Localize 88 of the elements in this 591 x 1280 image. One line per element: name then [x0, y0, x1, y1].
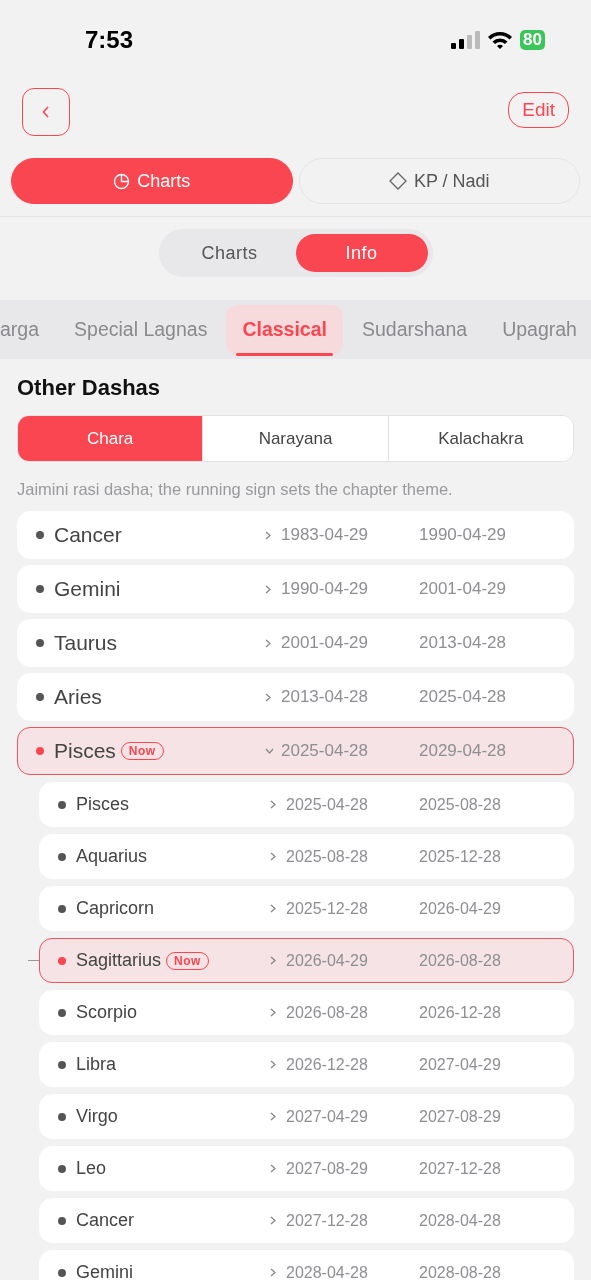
bullet-dot [58, 800, 66, 809]
dasha-row[interactable]: Sagittarius Now 2026-04-29 2026-08-28 [39, 938, 574, 983]
sign-name: Leo [76, 1158, 107, 1179]
bullet-dot [58, 1216, 66, 1225]
start-date: 1983-04-29 [281, 525, 369, 545]
bullet-dot [36, 693, 44, 701]
bullet-dot [58, 1164, 66, 1173]
diamond-icon [388, 172, 407, 190]
dasha-tab[interactable]: Kalachakra [387, 416, 573, 461]
end-date: 2013-04-28 [419, 633, 507, 653]
toggle-option[interactable]: Charts [163, 234, 296, 272]
end-date: 2026-12-28 [419, 1003, 502, 1022]
end-date: 2025-12-28 [419, 847, 502, 866]
description-text: Jaimini rasi dasha; the running sign sets the chapter theme. [17, 480, 454, 499]
start-date: 2025-04-28 [281, 741, 369, 761]
dasha-row[interactable]: Cancer 2027-12-28 2028-04-28 [39, 1198, 574, 1243]
sign-name: Pisces [54, 739, 116, 763]
mode-tab[interactable]: KP / Nadi [298, 158, 580, 204]
sign-name: Aquarius [76, 846, 148, 867]
end-date: 2028-08-28 [419, 1263, 502, 1280]
dasha-row[interactable]: Libra 2026-12-28 2027-04-29 [39, 1042, 574, 1087]
end-date: 2026-04-29 [419, 899, 502, 918]
sign-name: Aries [54, 685, 102, 709]
sign-name: Cancer [54, 523, 122, 547]
bullet-dot [58, 852, 66, 861]
end-date: 2027-12-28 [419, 1159, 502, 1178]
clock-time: 7:53 [85, 26, 135, 54]
dasha-row[interactable]: Capricorn 2025-12-28 2026-04-29 [39, 886, 574, 931]
sign-name: Scorpio [76, 1002, 138, 1023]
end-date: 2027-04-29 [419, 1055, 502, 1074]
bullet-dot [36, 639, 44, 647]
start-date: 2001-04-29 [281, 633, 369, 653]
end-date: 2026-08-28 [419, 951, 502, 970]
sign-name: Taurus [54, 631, 118, 655]
dasha-row[interactable]: Pisces Now 2025-04-28 2029-04-28 [17, 727, 574, 775]
sign-name: Cancer [76, 1210, 135, 1231]
dasha-row[interactable]: Leo 2027-08-29 2027-12-28 [39, 1146, 574, 1191]
dasha-row[interactable]: Taurus 2001-04-29 2013-04-28 [17, 619, 574, 667]
battery-level: 80 [520, 30, 545, 50]
start-date: 2025-12-28 [286, 899, 369, 918]
dasha-row[interactable]: Cancer 1983-04-29 1990-04-29 [17, 511, 574, 559]
start-date: 2026-12-28 [286, 1055, 369, 1074]
end-date: 2001-04-29 [419, 579, 507, 599]
back-icon [42, 106, 50, 118]
sign-name: Pisces [76, 794, 129, 815]
dasha-row[interactable]: Gemini 2028-04-28 2028-08-28 [39, 1250, 574, 1280]
start-date: 2026-08-28 [286, 1003, 369, 1022]
sign-name: Virgo [76, 1106, 118, 1127]
bullet-dot [36, 585, 44, 593]
sign-name: Libra [76, 1054, 117, 1075]
sign-name: Gemini [76, 1262, 133, 1280]
bullet-dot [58, 1060, 66, 1069]
end-date: 2025-04-28 [419, 687, 507, 707]
pie-chart-icon [113, 172, 131, 190]
end-date: 2028-04-28 [419, 1211, 502, 1230]
bullet-dot [58, 1268, 66, 1277]
bullet-dot [36, 531, 44, 539]
section-title: Other Dashas [17, 375, 162, 401]
signal-icon [451, 31, 481, 49]
dasha-row[interactable]: Gemini 1990-04-29 2001-04-29 [17, 565, 574, 613]
start-date: 2025-08-28 [286, 847, 369, 866]
dasha-row[interactable]: Aquarius 2025-08-28 2025-12-28 [39, 834, 574, 879]
start-date: 2027-04-29 [286, 1107, 369, 1126]
dasha-row[interactable]: Virgo 2027-04-29 2027-08-29 [39, 1094, 574, 1139]
end-date: 2027-08-29 [419, 1107, 502, 1126]
sign-name: Sagittarius [76, 950, 162, 971]
end-date: 1990-04-29 [419, 525, 507, 545]
start-date: 2013-04-28 [281, 687, 369, 707]
dasha-row[interactable]: Aries 2013-04-28 2025-04-28 [17, 673, 574, 721]
sign-name: Capricorn [76, 898, 155, 919]
bullet-dot [58, 904, 66, 913]
bullet-dot [58, 1008, 66, 1017]
end-date: 2029-04-28 [419, 741, 507, 761]
back-button[interactable] [22, 88, 70, 136]
wifi-icon [487, 30, 514, 50]
bullet-dot [58, 1112, 66, 1121]
bullet-dot [36, 747, 44, 755]
sign-name: Gemini [54, 577, 121, 601]
start-date: 2027-08-29 [286, 1159, 369, 1178]
start-date: 2028-04-28 [286, 1263, 369, 1280]
end-date: 2025-08-28 [419, 795, 502, 814]
dasha-row[interactable]: Scorpio 2026-08-28 2026-12-28 [39, 990, 574, 1035]
start-date: 2027-12-28 [286, 1211, 369, 1230]
bullet-dot [58, 956, 66, 965]
start-date: 1990-04-29 [281, 579, 369, 599]
start-date: 2025-04-28 [286, 795, 369, 814]
start-date: 2026-04-29 [286, 951, 369, 970]
dasha-row[interactable]: Pisces 2025-04-28 2025-08-28 [39, 782, 574, 827]
